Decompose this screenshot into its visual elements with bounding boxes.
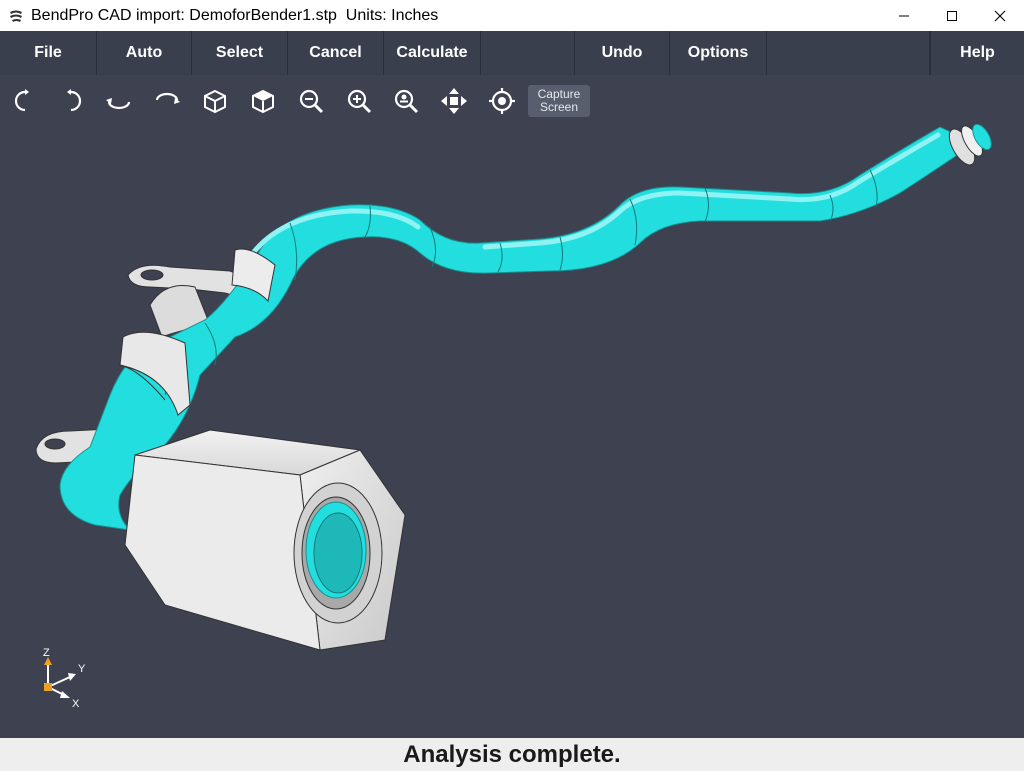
tube-end-flange	[948, 123, 992, 166]
menu-spacer	[481, 31, 575, 75]
menu-bar: File Auto Select Cancel Calculate Undo O…	[0, 31, 1024, 75]
center-view-button[interactable]	[486, 85, 518, 117]
rotate-right-icon	[67, 89, 82, 112]
tube-model[interactable]	[0, 75, 1024, 738]
status-message: Analysis complete.	[403, 740, 621, 768]
rotate-up-button[interactable]	[103, 85, 135, 117]
zoom-out-icon	[299, 89, 324, 114]
options-button[interactable]: Options	[670, 31, 767, 75]
axis-triad: Z Y X	[43, 647, 86, 710]
zoom-in-button[interactable]	[343, 85, 375, 117]
cad-viewport[interactable]: Capture Screen Z Y X	[0, 75, 1024, 738]
minimize-icon	[899, 15, 909, 16]
center-icon	[489, 88, 515, 114]
select-button[interactable]: Select	[192, 31, 288, 75]
zoom-fit-icon	[394, 89, 419, 114]
rotate-left-icon	[14, 89, 29, 112]
menu-spacer	[767, 31, 930, 75]
iso-view-back-button[interactable]	[247, 85, 279, 117]
iso-view-front-button[interactable]	[199, 85, 231, 117]
cancel-button[interactable]: Cancel	[288, 31, 384, 75]
iso-view-front-icon	[204, 89, 226, 114]
hex-nut-fitting	[124, 429, 406, 651]
window-title: BendPro CAD import: DemoforBender1.stp U…	[31, 6, 439, 24]
undo-button[interactable]: Undo	[575, 31, 670, 75]
title-bar: BendPro CAD import: DemoforBender1.stp U…	[0, 0, 1024, 31]
zoom-fit-button[interactable]	[390, 85, 422, 117]
maximize-icon	[947, 10, 957, 21]
y-axis-label: Y	[78, 663, 86, 675]
status-bar: Analysis complete.	[0, 738, 1024, 771]
rotate-left-button[interactable]	[8, 85, 40, 117]
capture-screen-button[interactable]: Capture Screen	[528, 85, 590, 117]
app-icon	[10, 10, 22, 22]
auto-button[interactable]: Auto	[97, 31, 192, 75]
close-button[interactable]	[976, 0, 1024, 31]
capture-label-line2: Screen	[539, 100, 579, 114]
rotate-right-button[interactable]	[56, 85, 88, 117]
pan-icon	[441, 88, 467, 114]
zoom-out-button[interactable]	[295, 85, 327, 117]
minimize-button[interactable]	[880, 0, 928, 31]
rotate-down-button[interactable]	[151, 85, 183, 117]
close-icon	[994, 10, 1006, 21]
x-axis-label: X	[72, 698, 80, 710]
zoom-in-icon	[347, 89, 372, 114]
rotate-up-icon	[106, 98, 131, 110]
z-axis-label: Z	[43, 647, 50, 659]
rotate-down-icon	[155, 92, 180, 104]
help-button[interactable]: Help	[930, 31, 1024, 75]
file-menu[interactable]: File	[0, 31, 97, 75]
iso-view-back-icon	[252, 89, 274, 114]
maximize-button[interactable]	[928, 0, 976, 31]
pan-button[interactable]	[438, 85, 470, 117]
calculate-button[interactable]: Calculate	[384, 31, 481, 75]
